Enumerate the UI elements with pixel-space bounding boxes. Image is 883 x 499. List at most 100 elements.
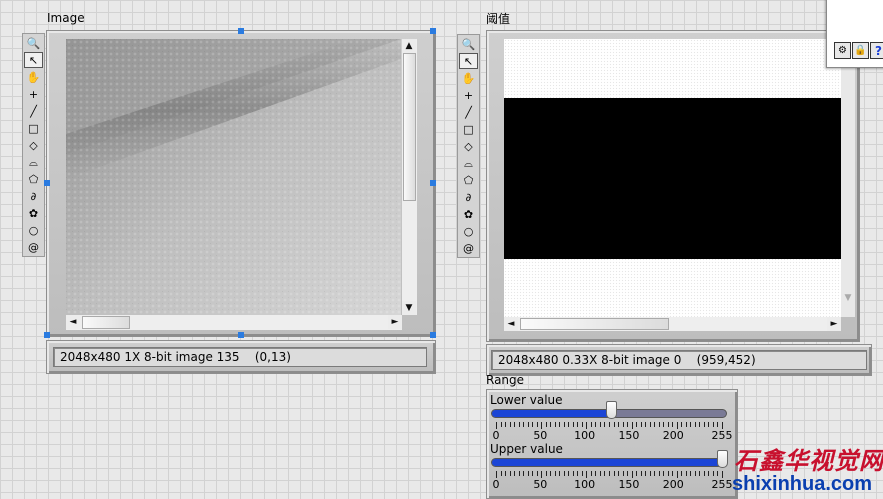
scale-tick (613, 471, 615, 476)
lower-value-slider-knob[interactable] (605, 401, 617, 419)
scale-tick (663, 471, 665, 476)
line-icon[interactable]: ╱ (24, 103, 43, 119)
scale-tick (545, 422, 547, 427)
threshold-status-frame: 2048x480 0.33X 8-bit image 0 (959,452) (486, 344, 872, 376)
image-status-bar: 2048x480 1X 8-bit image 135 (0,13) (53, 347, 427, 367)
upper-value-slider-fill (492, 459, 726, 466)
rotated-rectangle-icon[interactable]: ◇ (459, 138, 478, 154)
scale-tick (541, 471, 543, 478)
spiral-icon[interactable]: @ (459, 240, 478, 256)
scale-tick (654, 422, 656, 427)
annulus-icon[interactable]: ⌓ (24, 154, 43, 170)
settings-icon[interactable]: ⚙ (834, 42, 851, 59)
scroll-right-arrow-icon[interactable]: ► (827, 317, 841, 331)
pointer-icon[interactable]: ↖ (459, 53, 478, 69)
freehand-region-icon[interactable]: ✿ (24, 205, 43, 221)
threshold-hscroll-thumb[interactable] (520, 318, 669, 330)
resize-handle-left[interactable] (44, 180, 50, 186)
scale-tick (613, 422, 615, 427)
rectangle-icon[interactable]: □ (459, 121, 478, 137)
scale-tick (518, 471, 520, 476)
polygon-icon[interactable]: ⬠ (24, 171, 43, 187)
scale-tick (722, 471, 723, 478)
spiral-icon[interactable]: @ (24, 239, 43, 255)
scale-label: 0 (492, 478, 500, 491)
freehand-line-icon[interactable]: ∂ (459, 189, 478, 205)
rotated-rectangle-icon[interactable]: ◇ (24, 137, 43, 153)
upper-value-slider-track[interactable] (491, 458, 727, 467)
freehand-line-icon[interactable]: ∂ (24, 188, 43, 204)
scale-tick (500, 471, 502, 476)
scale-tick (685, 422, 687, 427)
scale-tick (712, 471, 714, 476)
scale-tick (618, 422, 620, 427)
scale-tick (559, 422, 561, 427)
scale-tick (595, 471, 597, 476)
lower-value-scale (496, 422, 723, 429)
scale-tick (676, 422, 678, 429)
resize-handle-top-right[interactable] (430, 28, 436, 34)
scale-label: 50 (533, 429, 548, 442)
scale-tick (523, 422, 525, 427)
image-view[interactable] (66, 39, 401, 315)
resize-handle-right[interactable] (430, 180, 436, 186)
scale-tick (572, 422, 574, 427)
scale-tick (694, 422, 696, 427)
image-vscroll-thumb[interactable] (403, 53, 416, 201)
scale-tick (717, 422, 719, 427)
image-hscroll-thumb[interactable] (82, 316, 130, 329)
image-display-frame: ▲ ▼ ◄ ► (46, 30, 436, 337)
image-horizontal-scrollbar[interactable]: ◄ ► (66, 315, 402, 330)
scale-tick (722, 422, 723, 429)
upper-value-slider-knob[interactable] (716, 450, 728, 468)
resize-handle-bottom-left[interactable] (44, 332, 50, 338)
scroll-down-arrow-disabled-icon: ▼ (841, 291, 855, 305)
scroll-up-arrow-icon[interactable]: ▲ (402, 39, 416, 53)
line-icon[interactable]: ╱ (459, 104, 478, 120)
resize-handle-bottom[interactable] (238, 332, 244, 338)
oval-icon[interactable]: ○ (24, 222, 43, 238)
pan-hand-icon[interactable]: ✋ (459, 70, 478, 86)
resize-handle-top[interactable] (238, 28, 244, 34)
image-vertical-scrollbar[interactable]: ▲ ▼ (402, 39, 417, 315)
scale-tick (645, 471, 647, 476)
polygon-icon[interactable]: ⬠ (459, 172, 478, 188)
help-icon[interactable]: ? (870, 42, 883, 59)
scale-tick (681, 471, 683, 476)
scale-tick (505, 471, 507, 476)
pointer-icon[interactable]: ↖ (24, 52, 43, 68)
upper-value-label: Upper value (490, 442, 563, 456)
oval-icon[interactable]: ○ (459, 223, 478, 239)
scroll-down-arrow-icon[interactable]: ▼ (402, 301, 416, 315)
scale-tick (658, 422, 660, 427)
zoom-icon[interactable]: 🔍 (24, 35, 43, 51)
rectangle-icon[interactable]: □ (24, 120, 43, 136)
scale-tick (690, 471, 692, 476)
scroll-left-arrow-icon[interactable]: ◄ (66, 315, 80, 329)
scale-tick (708, 422, 710, 427)
resize-handle-bottom-right[interactable] (430, 332, 436, 338)
scale-tick (500, 422, 502, 427)
pan-hand-icon[interactable]: ✋ (24, 69, 43, 85)
zoom-icon[interactable]: 🔍 (459, 36, 478, 52)
scale-tick (631, 422, 633, 429)
scale-tick (609, 471, 610, 476)
watermark-url: shixinhua.com (732, 473, 873, 495)
annulus-icon[interactable]: ⌓ (459, 155, 478, 171)
upper-value-scale-labels: 0 50 100 150 200 255 (492, 478, 733, 491)
scale-tick (599, 422, 601, 427)
scroll-left-arrow-icon[interactable]: ◄ (504, 317, 518, 331)
threshold-vertical-scrollbar[interactable]: ▼ (841, 39, 855, 317)
scale-tick (604, 422, 606, 427)
scale-tick (532, 422, 534, 427)
point-icon[interactable]: + (24, 86, 43, 102)
freehand-region-icon[interactable]: ✿ (459, 206, 478, 222)
scale-label: 100 (574, 478, 596, 491)
scale-tick (509, 422, 511, 427)
lock-icon[interactable]: 🔒 (852, 42, 869, 59)
scroll-right-arrow-icon[interactable]: ► (388, 315, 402, 329)
point-icon[interactable]: + (459, 87, 478, 103)
threshold-horizontal-scrollbar[interactable]: ◄ ► (504, 317, 841, 331)
threshold-view[interactable] (504, 39, 841, 317)
scale-tick (532, 471, 534, 476)
